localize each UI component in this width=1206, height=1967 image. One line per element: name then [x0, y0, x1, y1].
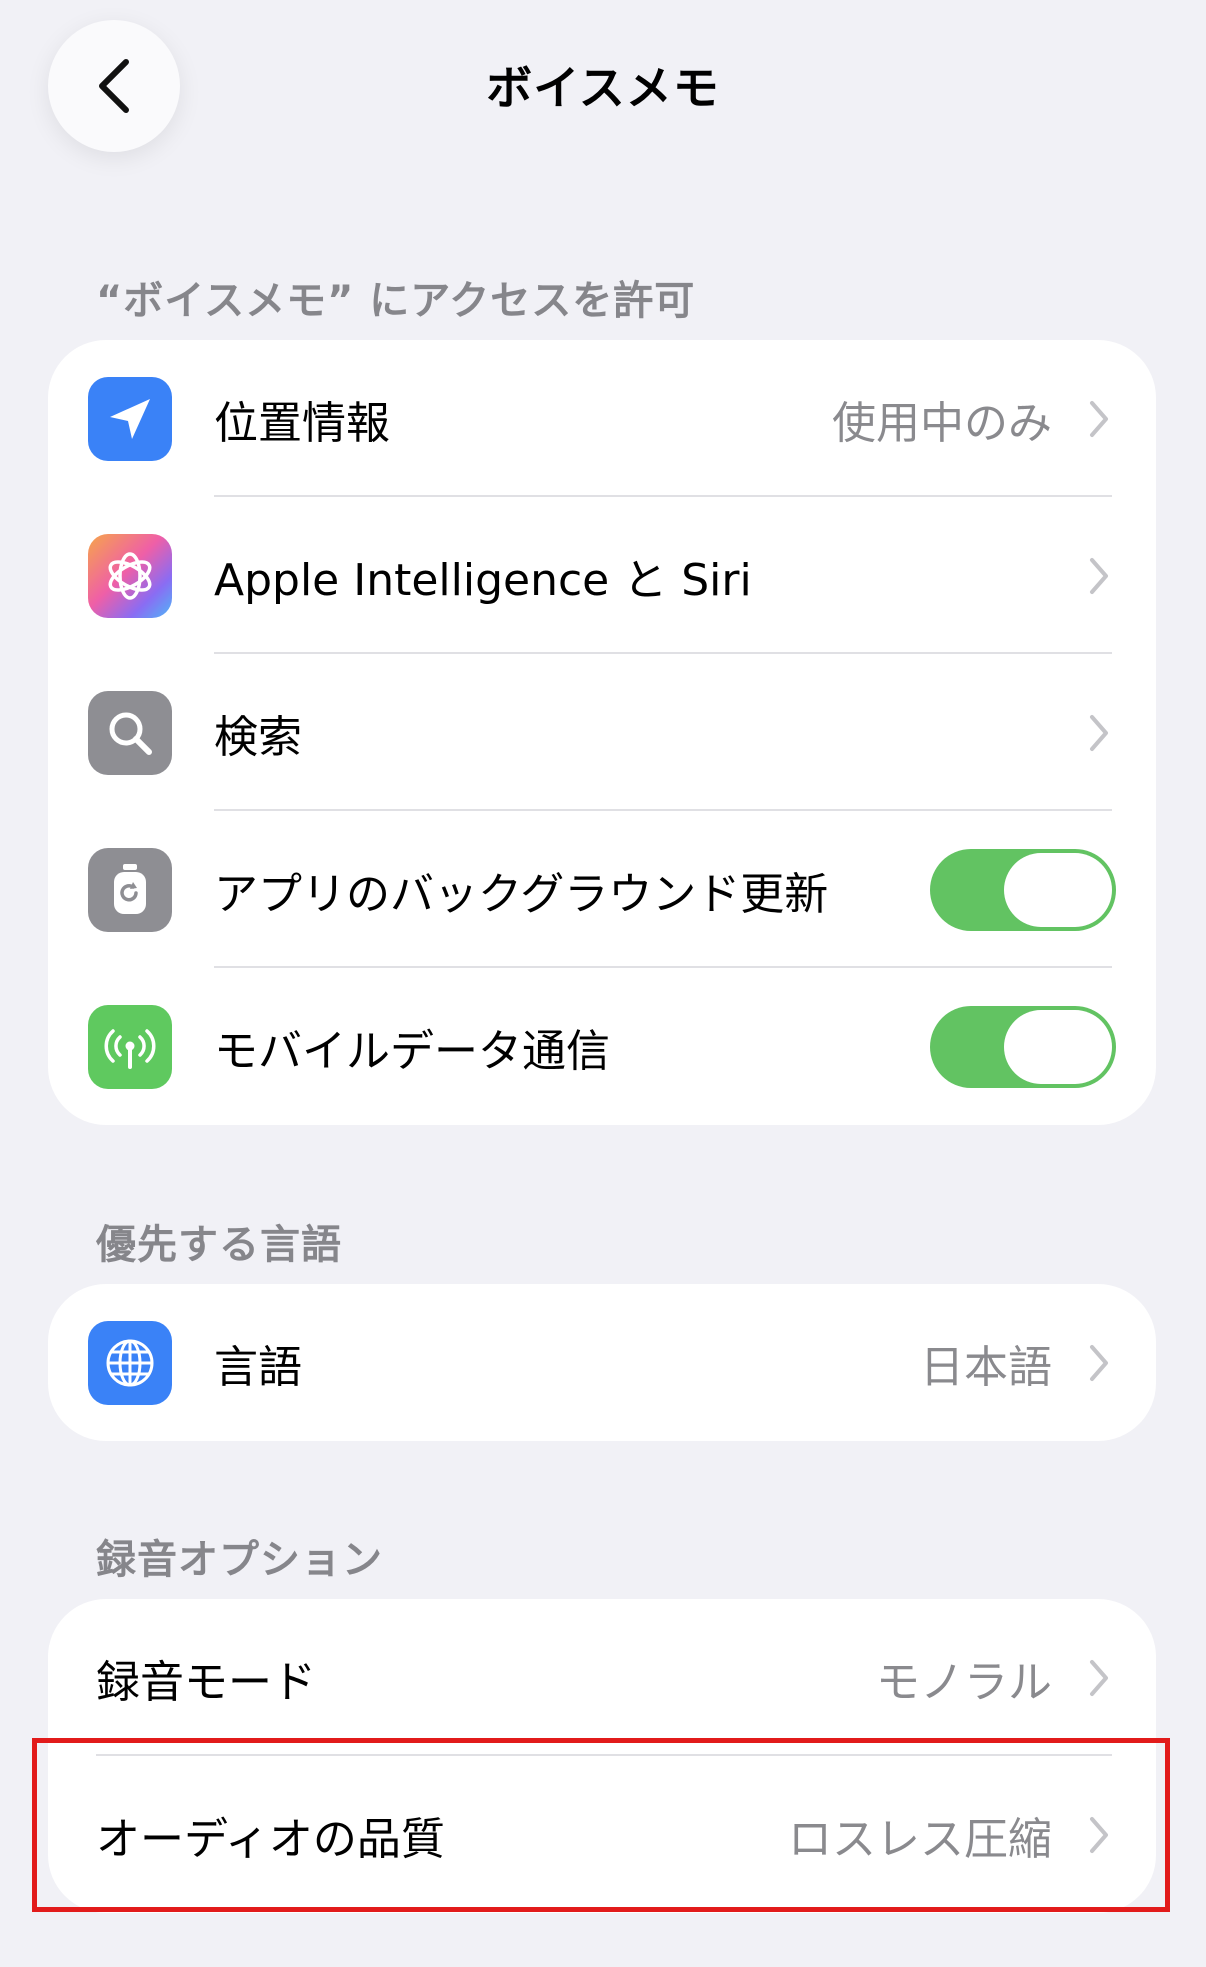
highlight-box	[32, 1738, 1170, 1912]
section-header-access: “ボイスメモ” にアクセスを許可	[96, 278, 696, 324]
row-label: モバイルデータ通信	[214, 1025, 610, 1077]
row-background-refresh: アプリのバックグラウンド更新	[48, 811, 1156, 968]
chevron-right-icon	[1090, 1659, 1108, 1696]
row-label: アプリのバックグラウンド更新	[214, 868, 829, 920]
row-language[interactable]: 言語 日本語	[48, 1284, 1156, 1441]
chevron-right-icon	[1090, 1344, 1108, 1381]
chevron-right-icon	[1090, 557, 1108, 594]
row-label: 検索	[214, 711, 302, 763]
toggle-knob	[1004, 852, 1112, 927]
mobile-data-toggle[interactable]	[930, 1005, 1116, 1088]
cellular-antenna-icon	[88, 1005, 172, 1089]
section-header-recording: 録音オプション	[96, 1537, 383, 1583]
row-value: モノラル	[876, 1656, 1052, 1708]
page-title: ボイスメモ	[486, 61, 720, 115]
language-card: 言語 日本語	[48, 1284, 1156, 1441]
background-refresh-toggle[interactable]	[930, 848, 1116, 931]
apple-intelligence-icon	[88, 534, 172, 618]
location-arrow-icon	[88, 377, 172, 461]
search-icon	[88, 691, 172, 775]
access-settings-card: 位置情報 使用中のみ Apple Intelligence と Siri 検索 …	[48, 340, 1156, 1125]
row-recording-mode[interactable]: 録音モード モノラル	[48, 1599, 1156, 1756]
globe-icon	[88, 1321, 172, 1405]
row-mobile-data: モバイルデータ通信	[48, 968, 1156, 1125]
chevron-right-icon	[1090, 714, 1108, 751]
row-value: 日本語	[920, 1341, 1052, 1393]
background-refresh-icon	[88, 848, 172, 932]
row-apple-intelligence-siri[interactable]: Apple Intelligence と Siri	[48, 497, 1156, 654]
row-search[interactable]: 検索	[48, 654, 1156, 811]
section-header-language: 優先する言語	[96, 1222, 342, 1268]
chevron-right-icon	[1090, 400, 1108, 437]
row-label: 位置情報	[214, 397, 390, 449]
row-location[interactable]: 位置情報 使用中のみ	[48, 340, 1156, 497]
toggle-knob	[1004, 1009, 1112, 1084]
row-label: Apple Intelligence と Siri	[214, 554, 752, 606]
row-value: 使用中のみ	[832, 397, 1052, 449]
row-label: 録音モード	[96, 1656, 316, 1708]
row-label: 言語	[214, 1341, 302, 1393]
